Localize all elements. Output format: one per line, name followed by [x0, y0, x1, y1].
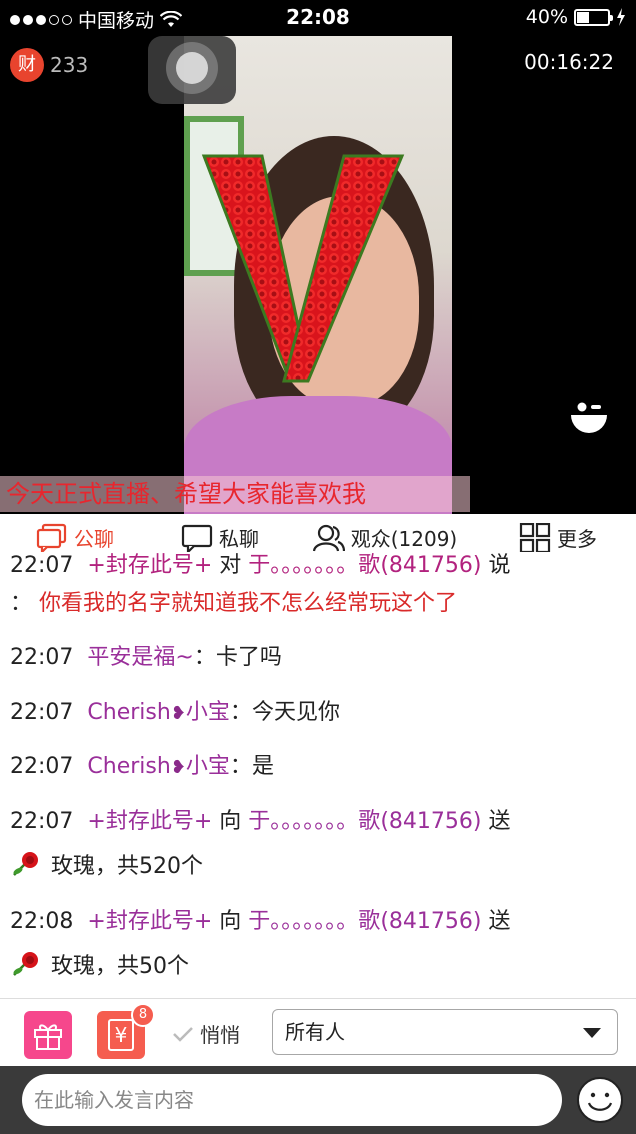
tab-label: 观众(1209): [350, 527, 458, 551]
dropdown-arrow-icon: [583, 1028, 601, 1038]
chat-message: 22:07 Cherish❥小宝：是: [10, 754, 274, 779]
wealth-badge: 财: [10, 48, 44, 82]
chat-message: 22:07 平安是福~：卡了吗: [10, 645, 282, 670]
tab-label: 更多: [557, 527, 597, 551]
recipient-name[interactable]: 于。。。。。。。歌: [248, 909, 380, 934]
battery-group: 40%: [526, 6, 626, 28]
heart-icon: ❥: [170, 757, 186, 778]
chat-message: 22:07 Cherish❥小宝：今天见你: [10, 700, 340, 725]
private-chat-icon: [181, 524, 213, 553]
grid-icon: [519, 522, 551, 553]
gift-button[interactable]: [24, 1011, 72, 1059]
video-area[interactable]: 财 233 00:16:22 今天正式直播、希望大家能喜欢我: [0, 36, 636, 514]
checkmark-icon: [173, 1026, 193, 1042]
gift-icon: [34, 1024, 62, 1050]
live-stream-screen: 中国移动 22:08 40% 财 233 00:16:22 今天正式直播、希望大…: [0, 0, 636, 1134]
battery-percent: 40%: [525, 6, 568, 28]
chat-message-body: ： 你看我的名字就知道我不怎么经常玩这个了: [10, 591, 458, 616]
rose-v-effect: [201, 154, 405, 383]
sender-name[interactable]: Cherish❥小宝: [87, 754, 230, 779]
sender-name[interactable]: Cherish❥小宝: [87, 700, 230, 725]
recipient-value: 所有人: [285, 1020, 345, 1044]
assistive-touch-button[interactable]: [148, 36, 236, 104]
sender-name[interactable]: +封存此号+: [87, 809, 212, 834]
rose-icon: [13, 852, 38, 876]
sticker-smile-icon[interactable]: [568, 396, 610, 438]
red-packet-button[interactable]: ¥ 8: [97, 1003, 155, 1059]
audience-icon: [312, 524, 345, 551]
heart-icon: ❥: [170, 703, 186, 724]
sender-name[interactable]: +封存此号+: [87, 553, 212, 578]
battery-icon: [574, 8, 613, 26]
chat-controls: ¥ 8 悄悄 所有人: [0, 998, 636, 1066]
recipient-select[interactable]: 所有人: [272, 1009, 618, 1055]
tab-label: 公聊: [74, 527, 114, 551]
tab-label: 私聊: [219, 527, 259, 551]
message-input[interactable]: [22, 1074, 562, 1126]
rose-icon: [13, 952, 38, 976]
gift-message: 22:07 +封存此号+ 向 于。。。。。。。歌(841756) 送: [10, 809, 511, 834]
chat-list[interactable]: 22:07 +封存此号+ 对 于。。。。。。。歌(841756) 说 ： 你看我的…: [0, 552, 636, 1000]
red-packet-count-badge: 8: [131, 1003, 155, 1027]
public-chat-icon: [36, 523, 67, 553]
sender-name[interactable]: +封存此号+: [87, 909, 212, 934]
emoji-icon[interactable]: [576, 1076, 624, 1124]
gift-message-body: 玫瑰，共50个: [10, 945, 626, 989]
charging-icon: [617, 8, 625, 26]
wealth-indicator[interactable]: 财 233: [10, 48, 88, 82]
gift-message: 22:08 +封存此号+ 向 于。。。。。。。歌(841756) 送: [10, 909, 511, 934]
stream-announcement: 今天正式直播、希望大家能喜欢我: [0, 476, 470, 512]
whisper-label: 悄悄: [200, 1023, 240, 1047]
status-bar: 中国移动 22:08 40%: [0, 0, 636, 36]
whisper-toggle[interactable]: 悄悄: [172, 1019, 240, 1048]
camera-feed: [184, 36, 452, 514]
wealth-count: 233: [50, 53, 89, 77]
gift-message-body: 玫瑰，共520个: [10, 845, 626, 889]
recipient-name[interactable]: 于。。。。。。。歌: [248, 553, 380, 578]
stream-duration: 00:16:22: [524, 50, 614, 74]
sender-name[interactable]: 平安是福~: [87, 645, 193, 670]
message-input-bar: [0, 1066, 636, 1134]
recipient-name[interactable]: 于。。。。。。。歌: [248, 809, 380, 834]
